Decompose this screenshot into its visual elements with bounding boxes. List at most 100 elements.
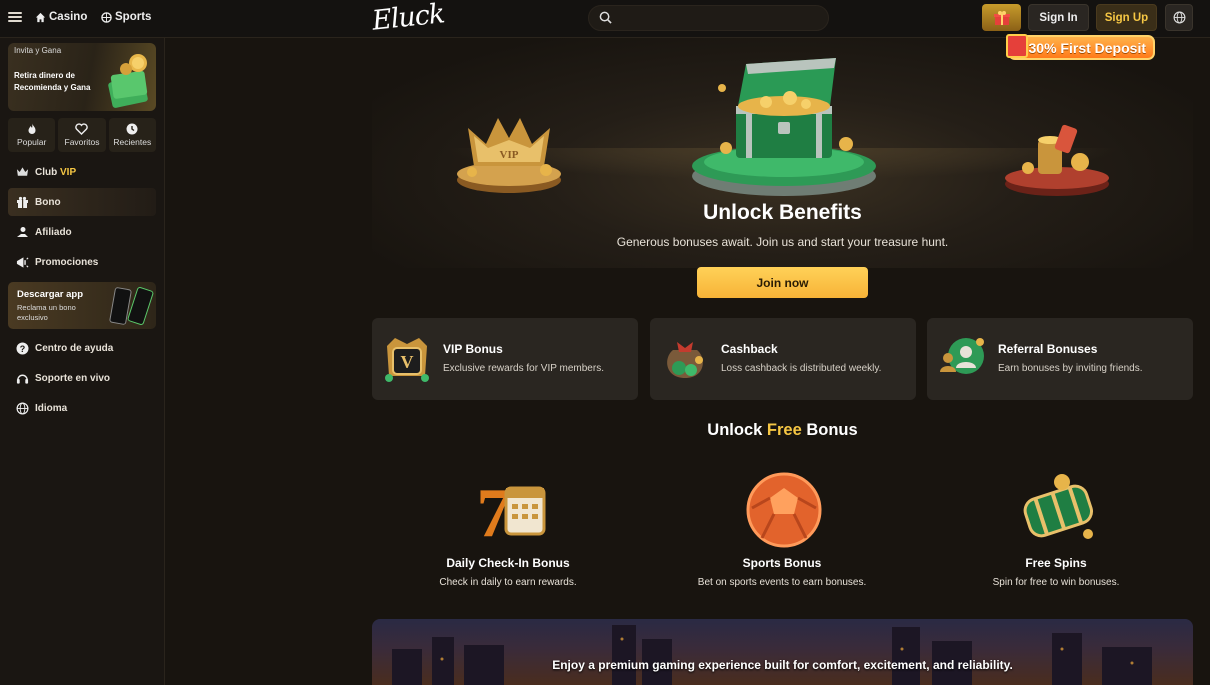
referral-users-icon: [940, 338, 984, 374]
first-deposit-label: 30% First Deposit: [1028, 39, 1146, 56]
sidebar-item-label: Afiliado: [35, 226, 72, 238]
language-button[interactable]: [1165, 4, 1193, 31]
sidebar-item-label: Bono: [35, 196, 61, 208]
download-app-card[interactable]: Descargar app Reclama un bono exclusivo: [8, 282, 156, 329]
svg-text:VIP: VIP: [500, 149, 519, 161]
free-bonus-title: Unlock Free Bonus: [707, 421, 858, 439]
sports-ball-icon: [746, 472, 822, 548]
nav-casino[interactable]: Casino: [35, 11, 87, 23]
top-bar: Casino Sports Eluck Sign In Sign Up: [0, 0, 1210, 38]
nav-casino-label: Casino: [49, 11, 88, 23]
benefit-card-vip[interactable]: V VIP Bonus Exclusive rewards for VIP me…: [372, 318, 638, 400]
quick-popular-label: Popular: [17, 137, 47, 147]
benefit-desc: Earn bonuses by inviting friends.: [998, 363, 1143, 374]
benefit-title: Cashback: [721, 342, 778, 356]
sidebar-item-club-vip[interactable]: Club VIP: [8, 158, 156, 186]
money-bag-icon: [667, 342, 703, 378]
free-item-sports[interactable]: Sports Bonus Bet on sports events to ear…: [652, 460, 912, 600]
nav-sports[interactable]: Sports: [101, 11, 151, 23]
sidebar-item-label: Centro de ayuda: [35, 342, 114, 354]
benefit-desc: Exclusive rewards for VIP members.: [443, 363, 604, 374]
treasure-chest-icon: [692, 58, 876, 196]
free-item-title: Free Spins: [1025, 556, 1087, 570]
benefit-card-cashback[interactable]: Cashback Loss cashback is distributed we…: [650, 318, 916, 400]
invite-title: Invita y Gana: [14, 46, 62, 55]
quick-favoritos-label: Favoritos: [64, 137, 100, 147]
gift-button[interactable]: [982, 4, 1021, 31]
join-now-button[interactable]: Join now: [697, 267, 868, 298]
svg-text:?: ?: [20, 344, 26, 354]
free-item-free-spins[interactable]: Free Spins Spin for free to win bonuses.: [926, 460, 1186, 600]
vip-badge-icon: V: [385, 338, 429, 382]
sidebar-item-label: Promociones: [35, 256, 99, 268]
gift-icon: [16, 196, 29, 209]
free-item-title: Sports Bonus: [742, 556, 822, 570]
affiliate-icon: [16, 226, 29, 239]
search-bar[interactable]: [588, 5, 829, 31]
home-icon: [35, 12, 46, 22]
sidebar-item-language[interactable]: Idioma: [8, 394, 156, 422]
heart-icon: [75, 123, 89, 135]
sidebar-item-help-center[interactable]: ? Centro de ayuda: [8, 334, 156, 362]
sidebar-item-promociones[interactable]: Promociones: [8, 248, 156, 276]
crown-icon: [16, 166, 29, 179]
globe-icon: [1173, 11, 1185, 24]
invite-text: Retira dinero de Recomienda y Gana: [14, 71, 91, 92]
footer-banner-text: Enjoy a premium gaming experience built …: [552, 658, 1013, 672]
city-banner: Enjoy a premium gaming experience built …: [372, 619, 1193, 685]
hero-banner: VIP: [372, 38, 1193, 268]
benefit-title: VIP Bonus: [443, 342, 503, 356]
gift-box-icon: [993, 10, 1010, 25]
free-item-desc: Spin for free to win bonuses.: [992, 577, 1120, 588]
benefit-desc: Loss cashback is distributed weekly.: [721, 363, 882, 374]
quick-access-row: Popular Favoritos Recientes: [8, 118, 156, 152]
quick-recientes-label: Recientes: [113, 137, 152, 147]
ball-icon: [101, 11, 112, 23]
free-accent: Free: [766, 421, 802, 439]
hero-title: Unlock Benefits: [703, 201, 862, 224]
help-icon: ?: [16, 342, 29, 355]
free-item-desc: Bet on sports events to earn bonuses.: [697, 577, 867, 588]
calendar-seven-icon: 7: [477, 475, 546, 552]
globe-icon: [16, 402, 29, 415]
free-item-desc: Check in daily to earn rewards.: [439, 577, 577, 588]
megaphone-icon: [16, 256, 29, 269]
nav-sports-label: Sports: [115, 11, 152, 23]
benefit-title: Referral Bonuses: [998, 342, 1098, 356]
sidebar-item-live-support[interactable]: Soporte en vivo: [8, 364, 156, 392]
sidebar-item-label: Soporte en vivo: [35, 372, 111, 384]
coin-stack-icon: [1005, 124, 1109, 196]
first-deposit-banner[interactable]: 30% First Deposit: [1006, 34, 1155, 60]
svg-text:V: V: [401, 352, 414, 372]
city-skyline-image: [392, 625, 1152, 685]
search-icon: [599, 11, 612, 24]
menu-toggle-icon[interactable]: [8, 10, 22, 24]
sidebar-item-label: Idioma: [35, 402, 68, 414]
headset-icon: [16, 372, 29, 385]
benefit-card-referral[interactable]: Referral Bonuses Earn bonuses by invitin…: [927, 318, 1193, 400]
sidebar: Invita y Gana Retira dinero de Recomiend…: [0, 38, 165, 685]
quick-recientes[interactable]: Recientes: [108, 118, 156, 152]
money-stack-icon: [108, 54, 148, 108]
sidebar-item-afiliado[interactable]: Afiliado: [8, 218, 156, 246]
hero-subtitle: Generous bonuses await. Join us and star…: [616, 235, 949, 249]
gift-icon: [1006, 34, 1028, 58]
free-item-title: Daily Check-In Bonus: [446, 556, 570, 570]
sign-in-button[interactable]: Sign In: [1028, 4, 1089, 31]
search-input[interactable]: [621, 6, 821, 30]
sidebar-item-label: Club VIP: [35, 166, 77, 178]
sign-up-button[interactable]: Sign Up: [1096, 4, 1157, 31]
crown-trophy-icon: VIP: [457, 118, 561, 193]
free-item-daily-checkin[interactable]: 7 Daily Check-In Bonus Check in daily to…: [378, 460, 638, 600]
sidebar-item-bono[interactable]: Bono: [8, 188, 156, 216]
fire-icon: [28, 123, 36, 134]
quick-favoritos[interactable]: Favoritos: [58, 118, 106, 152]
clock-icon: [126, 123, 138, 135]
vip-accent: VIP: [60, 166, 77, 178]
invite-card[interactable]: Invita y Gana Retira dinero de Recomiend…: [8, 43, 156, 111]
slot-reel-icon: [1023, 474, 1093, 539]
download-app-subtitle: Reclama un bono exclusivo: [17, 303, 76, 322]
logo[interactable]: Eluck: [371, 0, 446, 37]
quick-popular[interactable]: Popular: [8, 118, 56, 152]
download-app-title: Descargar app: [17, 289, 84, 300]
